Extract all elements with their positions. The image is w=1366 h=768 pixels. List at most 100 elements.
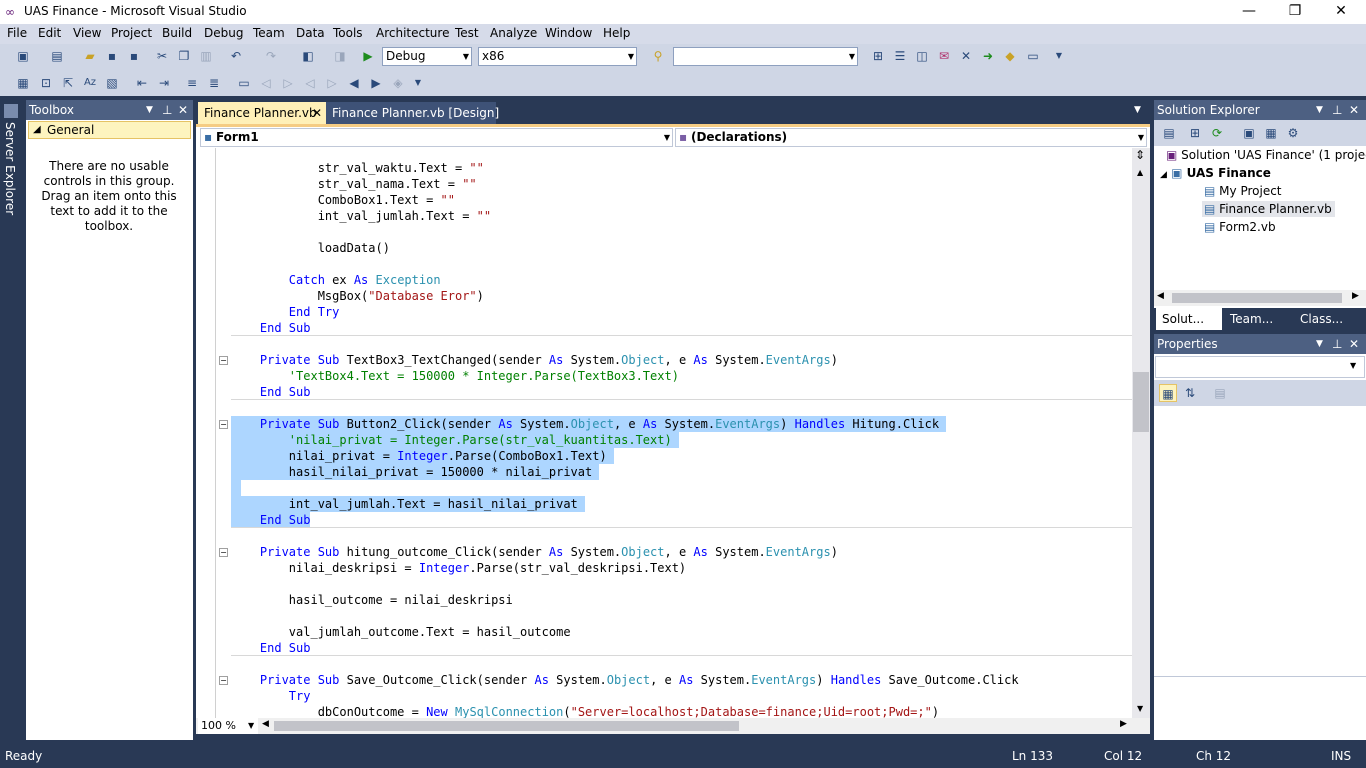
tab-class-view[interactable]: Class... — [1294, 308, 1366, 330]
view-designer-icon[interactable]: ▦ — [1262, 124, 1280, 142]
navigate-backward-icon[interactable]: ◧ — [299, 47, 317, 65]
start-debugging-icon[interactable]: ▶ — [359, 47, 377, 65]
method-name-select[interactable]: ▪ (Declarations) ▼ — [675, 128, 1147, 147]
menu-debug[interactable]: Debug — [204, 26, 243, 40]
close-tab-icon[interactable]: ✕ — [312, 102, 322, 124]
code-line[interactable]: Private Sub Button2_Click(sender As Syst… — [231, 416, 946, 432]
toolbox-icon[interactable]: ✉ — [935, 47, 953, 65]
collapse-region-icon[interactable]: − — [219, 356, 228, 365]
tree-solution[interactable]: ▣ Solution 'UAS Finance' (1 project — [1166, 148, 1366, 162]
code-area[interactable]: str_val_waktu.Text = "" str_val_nama.Tex… — [231, 148, 1132, 718]
code-line[interactable]: Private Sub Save_Outcome_Click(sender As… — [231, 672, 1019, 688]
scrollbar-thumb[interactable] — [1172, 293, 1342, 303]
menu-tools[interactable]: Tools — [333, 26, 363, 40]
code-line[interactable]: 'nilai_privat = Integer.Parse(str_val_ku… — [231, 432, 679, 448]
previous-bookmark-folder-icon[interactable]: ◁ — [301, 74, 319, 92]
comment-out-icon[interactable]: ≡ — [183, 74, 201, 92]
menu-analyze[interactable]: Analyze — [490, 26, 537, 40]
parameter-info-icon[interactable]: ⊡ — [37, 74, 55, 92]
code-line[interactable]: Private Sub hitung_outcome_Click(sender … — [231, 544, 838, 560]
scroll-left-icon[interactable]: ◀ — [262, 719, 269, 729]
scroll-up-icon[interactable]: ▲ — [1137, 168, 1143, 177]
zoom-select[interactable]: 100 % ▼ — [198, 718, 258, 734]
paste-icon[interactable]: ▥ — [197, 47, 215, 65]
menu-data[interactable]: Data — [296, 26, 325, 40]
collapse-region-icon[interactable]: − — [219, 676, 228, 685]
collapse-region-icon[interactable]: − — [219, 548, 228, 557]
complete-word-icon[interactable]: A͏z — [81, 74, 99, 92]
properties-icon[interactable]: ▤ — [1160, 124, 1178, 142]
redo-icon[interactable]: ↷ — [262, 47, 280, 65]
copy-icon[interactable]: ❐ — [175, 47, 193, 65]
next-bookmark-icon[interactable]: ▷ — [279, 74, 297, 92]
code-line[interactable]: Private Sub TextBox3_TextChanged(sender … — [231, 352, 838, 368]
cut-icon[interactable]: ✂ — [153, 47, 171, 65]
toolbar-options-icon[interactable]: ▼ — [409, 74, 427, 92]
tab-finance-planner-vb[interactable]: Finance Planner.vb ✕ — [198, 102, 328, 124]
command-window-icon[interactable]: ▭ — [1024, 47, 1042, 65]
menu-window[interactable]: Window — [545, 26, 592, 40]
toggle-completion-icon[interactable]: ▧ — [103, 74, 121, 92]
start-page-icon[interactable]: ➜ — [979, 47, 997, 65]
class-view-icon[interactable]: ◆ — [1001, 47, 1019, 65]
previous-bookmark-icon[interactable]: ◁ — [257, 74, 275, 92]
menu-team[interactable]: Team — [253, 26, 285, 40]
split-handle-icon[interactable]: ⇕ — [1135, 148, 1145, 162]
close-window-button[interactable]: ✕ — [1318, 0, 1364, 24]
next-bookmark-folder-icon[interactable]: ▷ — [323, 74, 341, 92]
code-line[interactable]: hasil_outcome = nilai_deskripsi — [231, 592, 513, 608]
class-name-select[interactable]: ▪ Form1 ▼ — [200, 128, 673, 147]
open-file-icon[interactable]: ▰ — [81, 47, 99, 65]
save-icon[interactable]: ▪ — [103, 47, 121, 65]
extension-manager-icon[interactable]: ✕ — [957, 47, 975, 65]
next-bookmark-doc-icon[interactable]: ▶ — [367, 74, 385, 92]
tree-item-finance-planner[interactable]: ▤ Finance Planner.vb — [1202, 201, 1335, 217]
object-browser-icon[interactable]: ◫ — [913, 47, 931, 65]
solution-explorer-icon[interactable]: ⊞ — [869, 47, 887, 65]
tab-team-explorer[interactable]: Team... — [1224, 308, 1294, 330]
code-line[interactable]: End Sub — [231, 320, 311, 336]
tab-solution-explorer[interactable]: Solut... — [1156, 308, 1222, 330]
add-item-icon[interactable]: ▤ — [48, 47, 66, 65]
undo-icon[interactable]: ↶ — [227, 47, 245, 65]
scroll-right-icon[interactable]: ▶ — [1120, 719, 1127, 729]
restore-button[interactable]: ❐ — [1272, 0, 1318, 24]
code-line[interactable]: End Sub — [231, 640, 311, 656]
alphabetical-sort-icon[interactable]: ⇅ — [1181, 384, 1199, 402]
window-position-icon[interactable]: ▼ — [1316, 100, 1323, 120]
code-line[interactable]: int_val_jumlah.Text = hasil_nilai_privat — [231, 496, 585, 512]
uncomment-icon[interactable]: ≣ — [205, 74, 223, 92]
code-line[interactable]: 'TextBox4.Text = 150000 * Integer.Parse(… — [231, 368, 679, 384]
menu-edit[interactable]: Edit — [38, 26, 61, 40]
code-line[interactable]: str_val_nama.Text = "" — [231, 176, 477, 192]
code-line[interactable]: dbConOutcome = New MySqlConnection("Serv… — [231, 704, 939, 718]
code-line[interactable]: nilai_privat = Integer.Parse(ComboBox1.T… — [231, 448, 614, 464]
property-pages-icon[interactable]: ▤ — [1211, 384, 1229, 402]
menu-view[interactable]: View — [73, 26, 101, 40]
view-code-icon[interactable]: ▣ — [1240, 124, 1258, 142]
vertical-scrollbar[interactable]: ⇕ ▲ ▼ — [1132, 148, 1150, 718]
tab-finance-planner-design[interactable]: Finance Planner.vb [Design] — [326, 102, 499, 124]
code-line[interactable]: End Sub — [231, 512, 311, 528]
close-icon[interactable]: ✕ — [1349, 100, 1359, 120]
refresh-icon[interactable]: ⟳ — [1208, 124, 1226, 142]
close-icon[interactable]: ✕ — [178, 100, 188, 120]
code-line[interactable]: Try — [231, 688, 311, 704]
scroll-left-icon[interactable]: ◀ — [1157, 291, 1164, 301]
show-all-files-icon[interactable]: ⊞ — [1186, 124, 1204, 142]
auto-hide-pin-icon[interactable]: ⊥ — [1332, 334, 1342, 354]
navigate-forward-icon[interactable]: ◨ — [331, 47, 349, 65]
display-object-member-list-icon[interactable]: ▦ — [14, 74, 32, 92]
horizontal-scrollbar-thumb[interactable] — [274, 721, 739, 731]
scroll-down-icon[interactable]: ▼ — [1137, 704, 1143, 713]
object-select[interactable]: ▼ — [1155, 356, 1365, 378]
toolbar-options-icon[interactable]: ▼ — [1050, 47, 1068, 65]
tree-item-form2[interactable]: ▤ Form2.vb — [1204, 220, 1276, 234]
expand-arrow-icon[interactable]: ◢ — [1160, 170, 1167, 180]
minimize-button[interactable]: — — [1226, 0, 1272, 24]
tree-project[interactable]: ◢ ▣ UAS Finance — [1160, 166, 1271, 180]
auto-hide-pin-icon[interactable]: ⊥ — [1332, 100, 1342, 120]
increase-indent-icon[interactable]: ⇥ — [155, 74, 173, 92]
solution-horizontal-scrollbar[interactable]: ◀ ▶ — [1154, 290, 1366, 306]
code-line[interactable]: Catch ex As Exception — [231, 272, 441, 288]
